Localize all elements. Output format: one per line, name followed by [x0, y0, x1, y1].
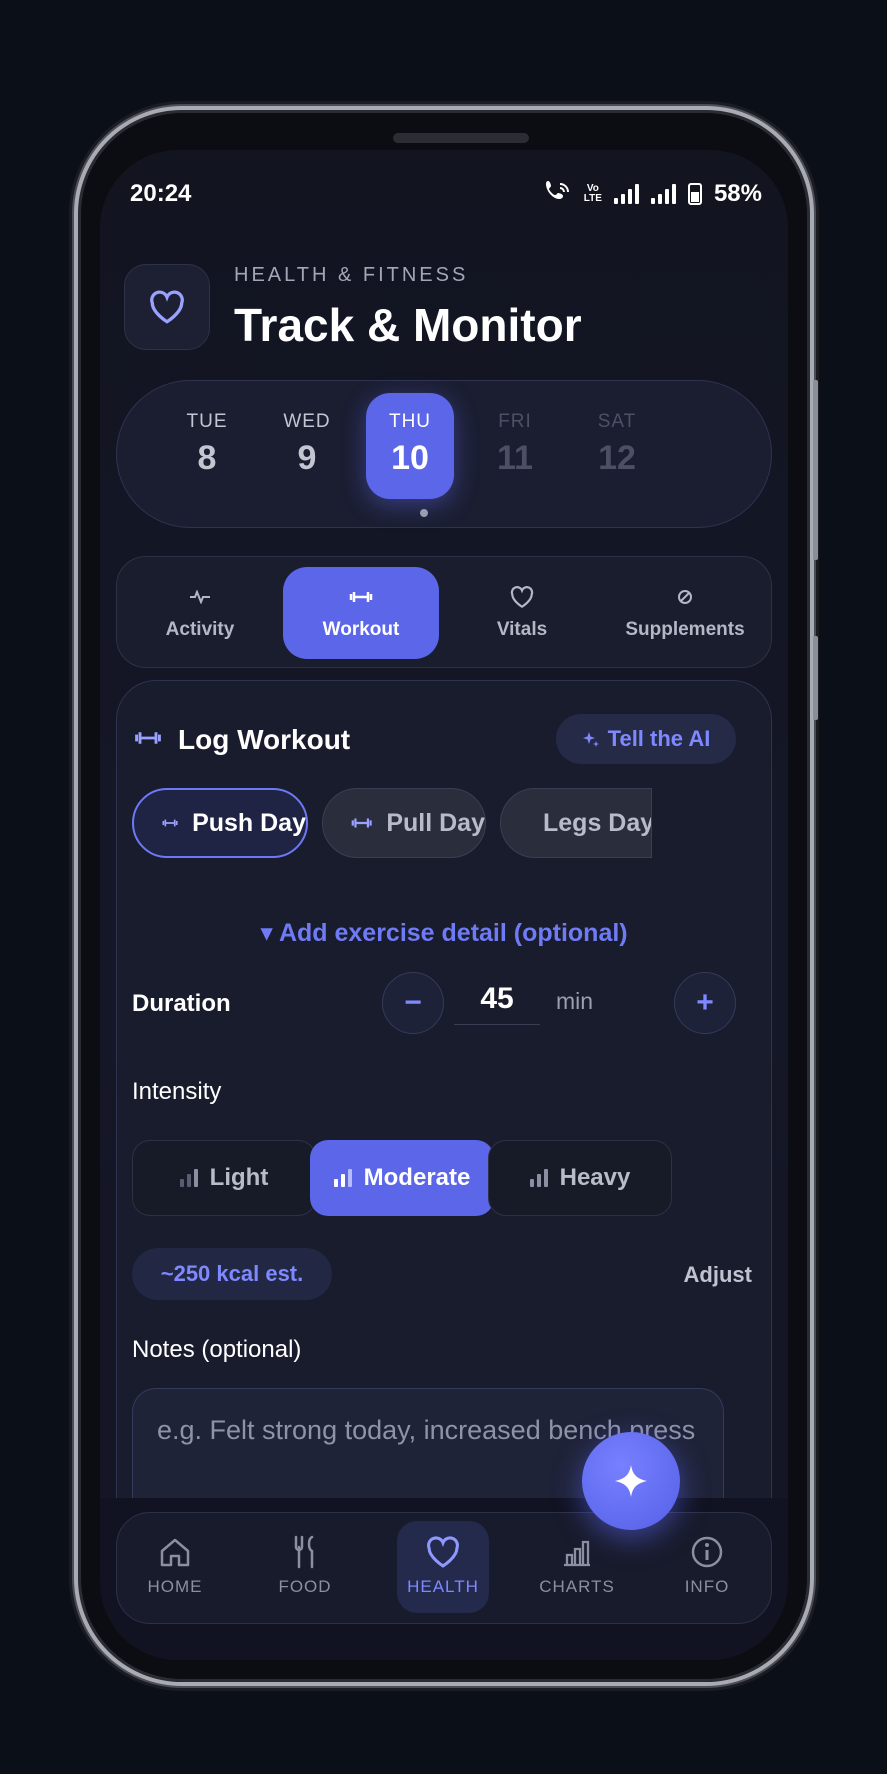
card-title: Log Workout	[178, 724, 351, 755]
tell-ai-button[interactable]: Tell the AI	[556, 714, 736, 764]
nav-food[interactable]: FOOD	[259, 1521, 351, 1613]
page-title: Track & Monitor	[234, 299, 582, 351]
duration-decrease-button[interactable]: −	[382, 972, 444, 1034]
nav-health[interactable]: HEALTH	[397, 1521, 489, 1613]
day-fri[interactable]: FRI 11	[471, 393, 559, 499]
preset-push-day[interactable]: Push Day	[132, 788, 308, 858]
bar-chart-icon	[564, 1540, 590, 1567]
bars-icon	[529, 1169, 548, 1187]
section-eyebrow: HEALTH & FITNESS	[234, 264, 469, 286]
day-thu[interactable]: THU 10	[366, 393, 454, 499]
ai-assistant-fab[interactable]	[582, 1432, 680, 1530]
category-tabs: Activity Workout Vitals Supplements	[116, 556, 772, 668]
sparkle-icon	[582, 732, 599, 747]
earpiece	[393, 133, 529, 143]
tab-supplements[interactable]: Supplements	[603, 567, 767, 659]
power-button	[813, 636, 818, 720]
tab-workout[interactable]: Workout	[283, 567, 439, 659]
preset-legs-day[interactable]: Legs Day	[500, 788, 652, 858]
kcal-estimate-badge: ~250 kcal est.	[132, 1248, 332, 1300]
intensity-heavy[interactable]: Heavy	[488, 1140, 672, 1216]
notes-label: Notes (optional)	[132, 1336, 302, 1363]
dumbbell-icon	[162, 819, 178, 827]
info-icon	[691, 1536, 723, 1568]
tab-vitals[interactable]: Vitals	[447, 567, 597, 659]
nav-charts[interactable]: CHARTS	[531, 1521, 623, 1613]
battery-icon	[687, 182, 702, 205]
volte-icon: Vo LTE	[583, 182, 602, 204]
fork-knife-icon	[294, 1535, 314, 1569]
nav-home[interactable]: HOME	[129, 1521, 221, 1613]
app-screen: 20:24 Vo LTE 58% HEALTH & FITNESS Track …	[100, 150, 788, 1660]
pill-icon	[678, 590, 692, 604]
duration-increase-button[interactable]: +	[674, 972, 736, 1034]
sparkle-icon	[615, 1465, 647, 1497]
signal-icon-2	[650, 183, 676, 204]
status-time: 20:24	[130, 180, 192, 207]
wifi-calling-icon	[544, 178, 572, 209]
heart-icon	[510, 586, 534, 609]
adjust-button[interactable]: Adjust	[684, 1262, 752, 1288]
heart-icon	[150, 290, 184, 324]
bars-icon	[333, 1169, 352, 1187]
volume-button	[813, 380, 818, 560]
header-heart-badge	[124, 264, 210, 350]
tab-activity[interactable]: Activity	[125, 567, 275, 659]
pulse-icon	[190, 590, 210, 604]
battery-percent: 58%	[713, 179, 762, 207]
date-selector: TUE 8 WED 9 THU 10 FRI 11 SAT 12	[116, 380, 772, 528]
duration-unit: min	[556, 988, 594, 1014]
intensity-light[interactable]: Light	[132, 1140, 316, 1216]
bottom-nav: HOME FOOD HEALTH CHARTS INFO	[116, 1512, 772, 1624]
today-indicator	[420, 509, 428, 517]
dumbbell-icon	[135, 732, 161, 744]
signal-icon-1	[613, 183, 639, 204]
home-icon	[160, 1538, 190, 1567]
duration-value[interactable]: 45	[454, 982, 540, 1025]
intensity-moderate[interactable]: Moderate	[310, 1140, 494, 1216]
dumbbell-icon	[351, 818, 372, 828]
heart-icon	[427, 1536, 459, 1568]
nav-info[interactable]: INFO	[661, 1521, 753, 1613]
day-wed[interactable]: WED 9	[263, 393, 351, 499]
dumbbell-icon	[349, 592, 373, 602]
add-exercise-detail-link[interactable]: ▾ Add exercise detail (optional)	[100, 918, 788, 948]
intensity-label: Intensity	[132, 1078, 222, 1105]
preset-pull-day[interactable]: Pull Day	[322, 788, 486, 858]
duration-label: Duration	[132, 990, 231, 1017]
day-sat[interactable]: SAT 12	[573, 393, 661, 499]
bars-icon	[179, 1169, 198, 1187]
status-bar-icons: Vo LTE 58%	[544, 178, 762, 209]
day-tue[interactable]: TUE 8	[163, 393, 251, 499]
